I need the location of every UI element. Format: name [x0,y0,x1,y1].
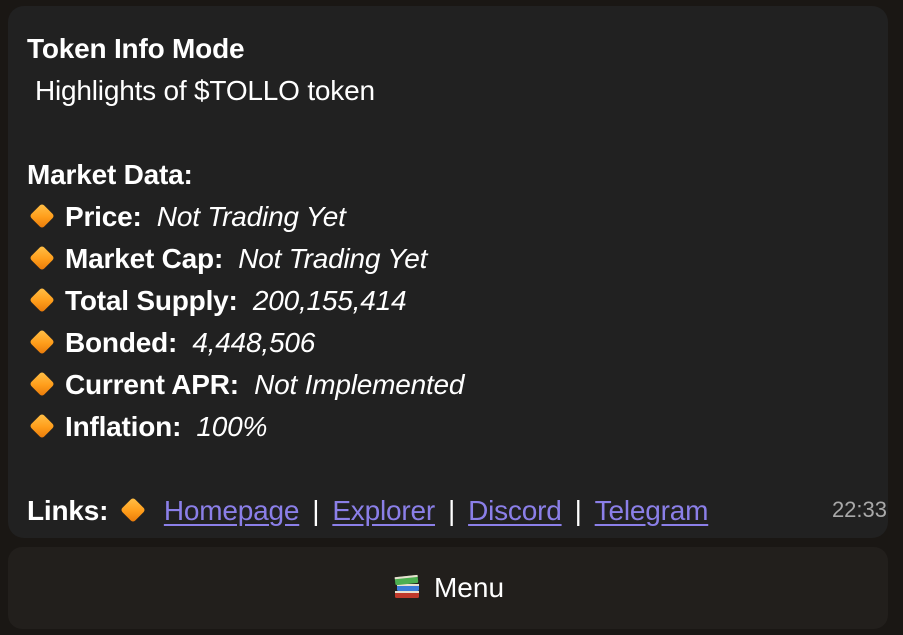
orange-diamond-icon [120,496,146,523]
link-separator: | [312,495,320,526]
links-row: Links: Homepage | Explorer | Discord | Telegra… [27,490,869,532]
market-item-total-supply: Total Supply: 200,155,414 [27,280,869,322]
market-item-current-apr: Current APR: Not Implemented [27,364,869,406]
item-label: Total Supply: [65,285,238,316]
orange-diamond-icon [29,286,55,313]
orange-diamond-icon [29,244,55,271]
link-explorer[interactable]: Explorer [332,495,435,526]
menu-button[interactable]: Menu [8,547,888,629]
message-timestamp: 22:33 [831,497,887,522]
item-label: Price: [65,201,142,232]
item-value: 4,448,506 [192,327,316,358]
item-value: Not Trading Yet [156,201,346,232]
item-label: Current APR: [65,369,239,400]
item-label: Market Cap: [65,243,224,274]
message-title: Token Info Mode [27,33,245,64]
item-value: Not Trading Yet [238,243,428,274]
link-homepage[interactable]: Homepage [164,495,300,526]
item-value: 200,155,414 [252,285,407,316]
links-label: Links: [27,495,109,526]
orange-diamond-icon [29,412,55,439]
market-item-bonded: Bonded: 4,448,506 [27,322,869,364]
books-icon [394,574,419,598]
menu-label: Menu [433,572,505,603]
market-heading: Market Data: [27,159,193,190]
link-telegram[interactable]: Telegram [595,495,709,526]
item-value: Not Implemented [254,369,465,400]
item-label: Inflation: [65,411,182,442]
orange-diamond-icon [29,328,55,355]
market-item-inflation: Inflation: 100% [27,406,869,448]
orange-diamond-icon [29,202,55,229]
link-separator: | [574,495,582,526]
market-item-market-cap: Market Cap: Not Trading Yet [27,238,869,280]
item-value: 100% [196,411,268,442]
market-item-price: Price: Not Trading Yet [27,196,869,238]
message-subtitle: Highlights of $TOLLO token [35,75,375,106]
item-label: Bonded: [65,327,178,358]
link-discord[interactable]: Discord [468,495,562,526]
link-separator: | [448,495,456,526]
message-bubble: Token Info Mode Highlights of $TOLLO tok… [8,6,888,538]
orange-diamond-icon [29,370,55,397]
